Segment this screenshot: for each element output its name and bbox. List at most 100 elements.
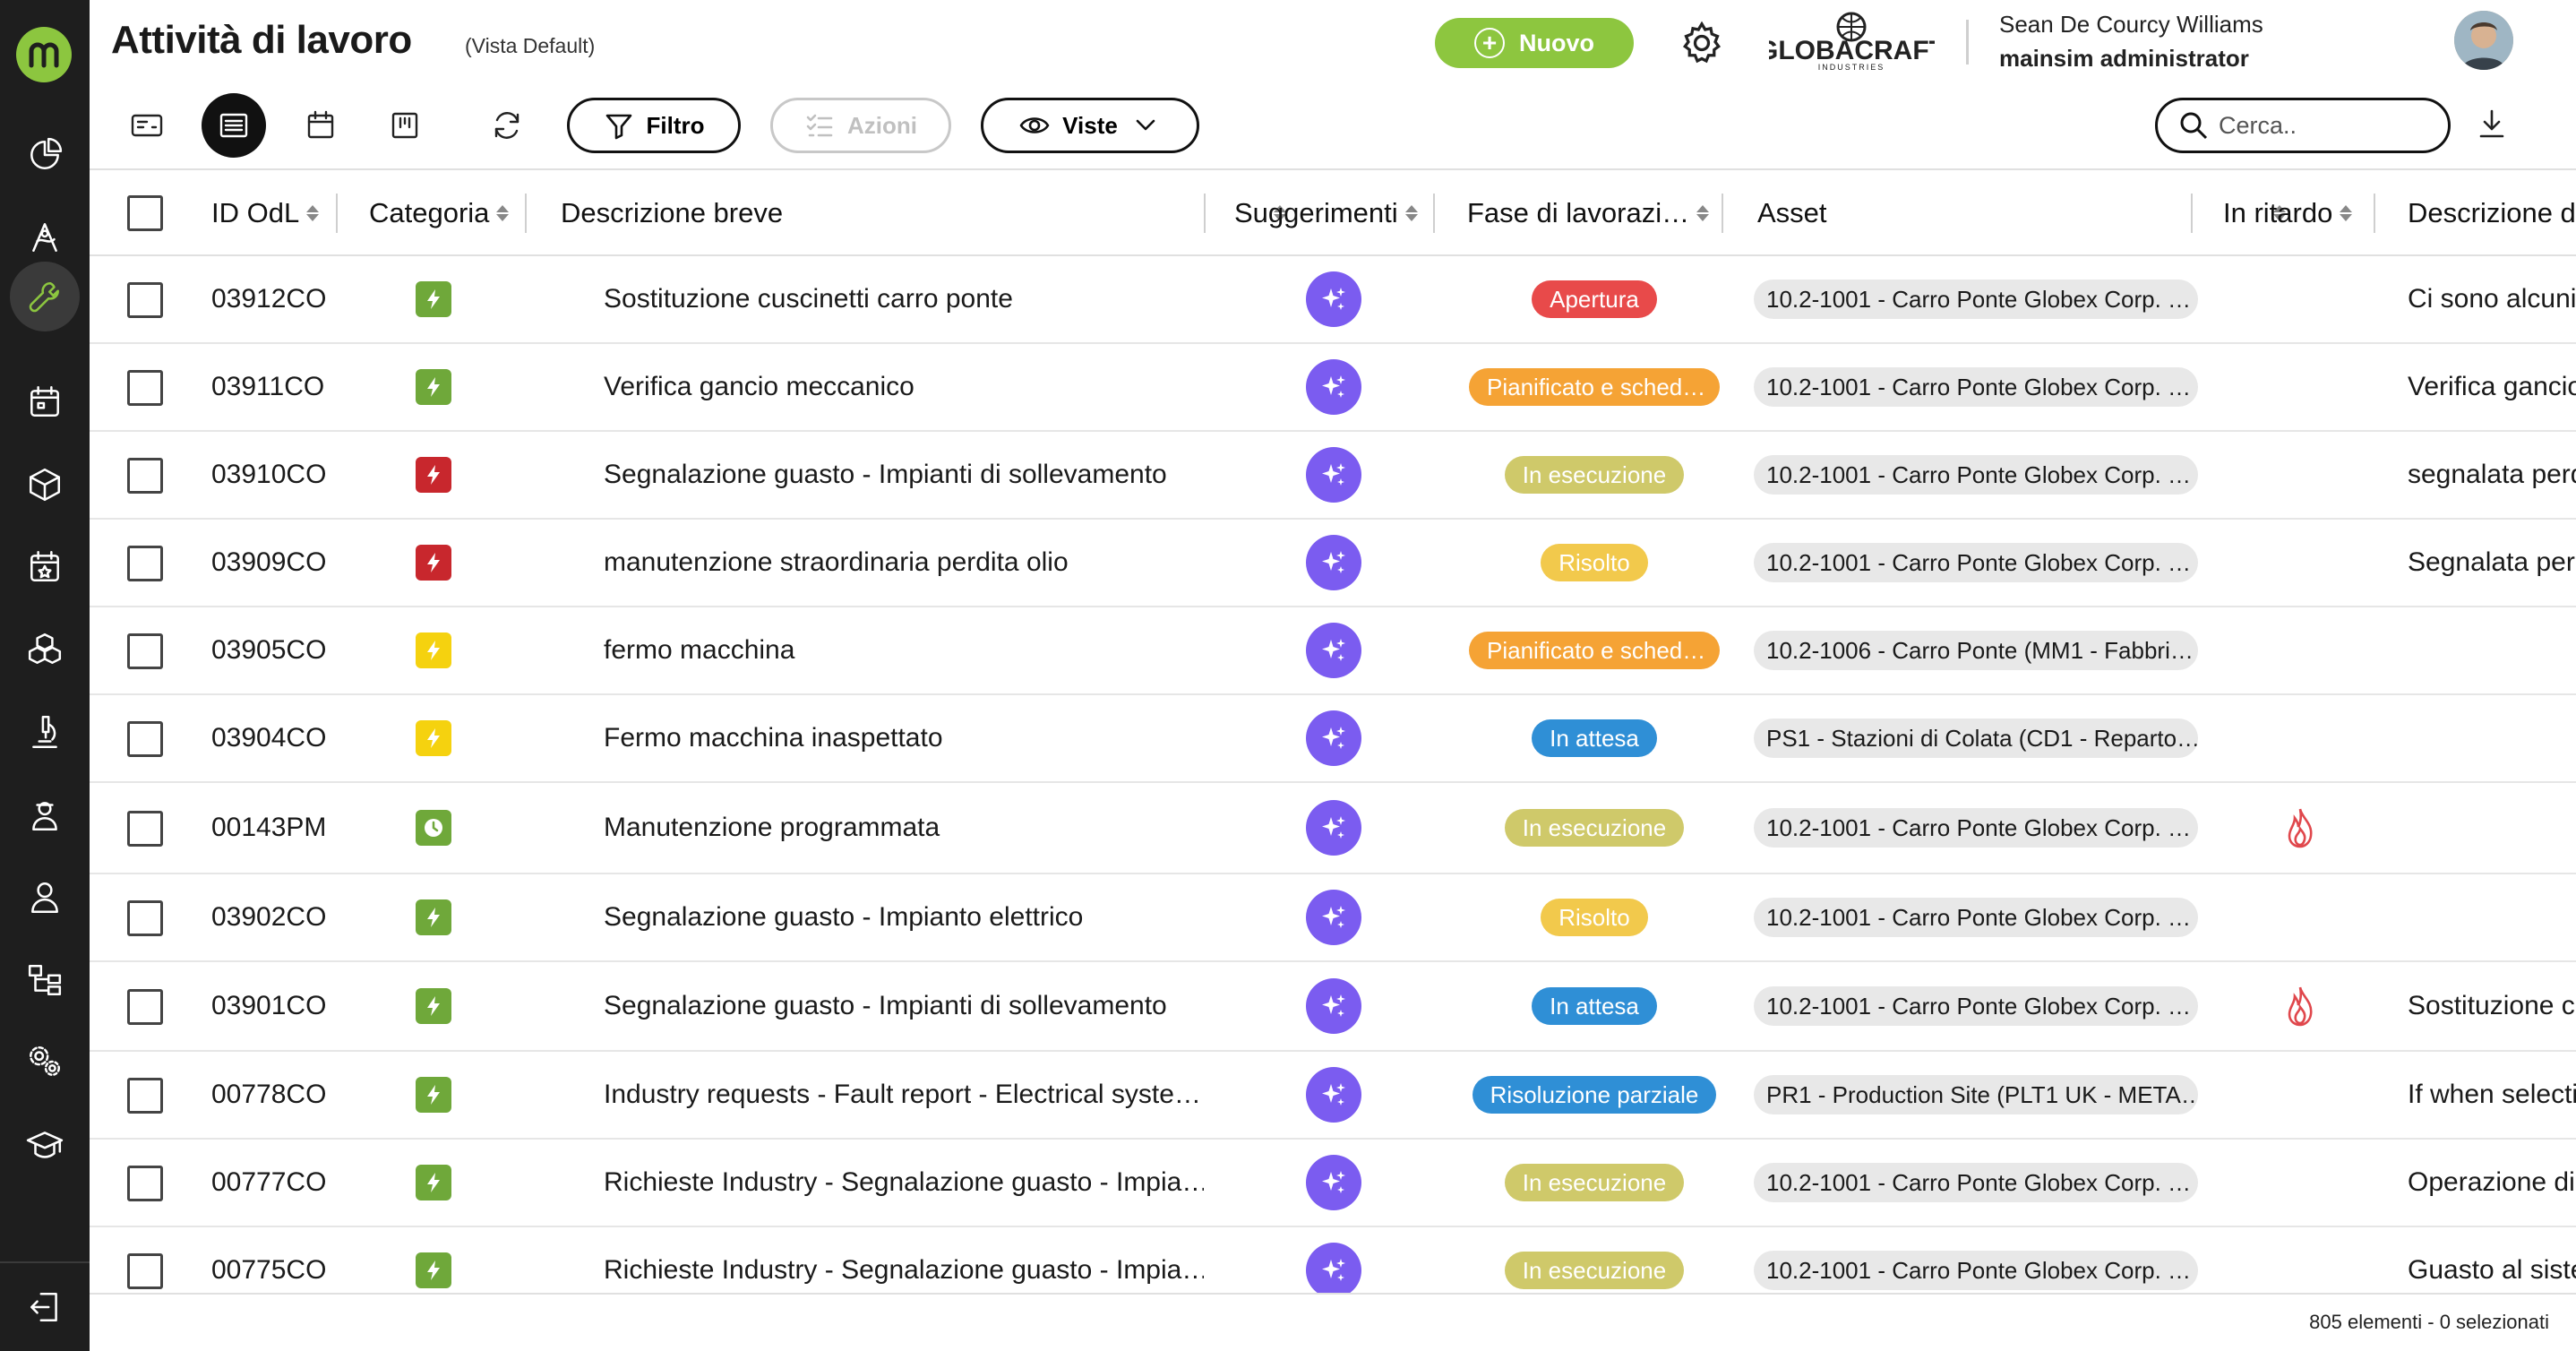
short-description[interactable]: Fermo macchina inaspettato	[604, 695, 1204, 781]
sort-icon[interactable]	[1696, 205, 1710, 221]
short-description[interactable]: fermo macchina	[604, 607, 1204, 693]
kanban-view-button[interactable]	[380, 100, 430, 151]
ai-suggestion-button[interactable]	[1306, 1243, 1361, 1293]
table-row[interactable]: 03910CO Segnalazione guasto - Impianti di…	[90, 432, 2576, 520]
new-button[interactable]: + Nuovo	[1435, 18, 1634, 68]
column-resizer[interactable]	[1433, 194, 1435, 233]
ai-suggestion-button[interactable]	[1306, 710, 1361, 766]
row-checkbox[interactable]	[127, 458, 163, 494]
column-header-category[interactable]: Categoria	[369, 170, 510, 256]
short-description[interactable]: Richieste Industry - Segnalazione guasto…	[604, 1227, 1204, 1293]
row-checkbox[interactable]	[127, 811, 163, 847]
settings-button[interactable]	[1677, 18, 1727, 68]
short-description[interactable]: Sostituzione cuscinetti carro ponte	[604, 256, 1204, 342]
sidebar-item-workorders[interactable]	[0, 262, 90, 331]
table-row[interactable]: 00775CO Richieste Industry - Segnalazione…	[90, 1227, 2576, 1293]
row-checkbox[interactable]	[127, 1253, 163, 1289]
workorder-id[interactable]: 03911CO	[211, 344, 324, 430]
asset-tag[interactable]: 10.2-1001 - Carro Ponte Globex Corp. …	[1754, 808, 2198, 848]
table-row[interactable]: 00143PM Manutenzione programmata In esecuz…	[90, 783, 2576, 874]
refresh-button[interactable]	[482, 100, 532, 151]
sort-icon[interactable]	[306, 205, 320, 221]
ai-suggestion-button[interactable]	[1306, 1155, 1361, 1210]
ai-suggestion-button[interactable]	[1306, 623, 1361, 678]
filter-button[interactable]: Filtro	[567, 98, 741, 153]
logout-button[interactable]	[0, 1272, 90, 1342]
row-checkbox[interactable]	[127, 633, 163, 669]
table-row[interactable]: 03902CO Segnalazione guasto - Impianto el…	[90, 874, 2576, 962]
ai-suggestion-button[interactable]	[1306, 890, 1361, 945]
column-header-suggestions[interactable]: Suggerimenti	[1234, 170, 1418, 256]
table-row[interactable]: 03905CO fermo macchina Pianificato e sched…	[90, 607, 2576, 695]
workorder-id[interactable]: 03904CO	[211, 695, 326, 781]
sidebar-item-lab[interactable]	[0, 697, 90, 767]
row-checkbox[interactable]	[127, 282, 163, 318]
workorder-id[interactable]: 03905CO	[211, 607, 326, 693]
ai-suggestion-button[interactable]	[1306, 1067, 1361, 1123]
asset-tag[interactable]: 10.2-1006 - Carro Ponte (MM1 - Fabbri…	[1754, 631, 2198, 670]
ai-suggestion-button[interactable]	[1306, 359, 1361, 415]
asset-tag[interactable]: 10.2-1001 - Carro Ponte Globex Corp. …	[1754, 455, 2198, 495]
table-row[interactable]: 03909CO manutenzione straordinaria perdit…	[90, 520, 2576, 607]
column-resizer[interactable]	[336, 194, 338, 233]
short-description[interactable]: manutenzione straordinaria perdita olio	[604, 520, 1204, 606]
search-box[interactable]	[2155, 98, 2451, 153]
column-header-long-description[interactable]: Descrizione d	[2408, 170, 2576, 256]
short-description[interactable]: Verifica gancio meccanico	[604, 344, 1204, 430]
short-description[interactable]: Segnalazione guasto - Impianti di sollev…	[604, 432, 1204, 518]
sidebar-item-inventory[interactable]	[0, 615, 90, 684]
ai-suggestion-button[interactable]	[1306, 535, 1361, 590]
sidebar-item-dashboard[interactable]	[0, 120, 90, 190]
table-row[interactable]: 03912CO Sostituzione cuscinetti carro pon…	[90, 256, 2576, 344]
asset-tag[interactable]: PS1 - Stazioni di Colata (CD1 - Reparto…	[1754, 719, 2198, 758]
workorder-id[interactable]: 00775CO	[211, 1227, 326, 1293]
calendar-view-button[interactable]	[296, 100, 346, 151]
column-resizer[interactable]	[1722, 194, 1723, 233]
mainsim-logo[interactable]	[16, 27, 72, 82]
workorder-id[interactable]: 00777CO	[211, 1140, 326, 1226]
row-checkbox[interactable]	[127, 370, 163, 406]
asset-tag[interactable]: 10.2-1001 - Carro Ponte Globex Corp. …	[1754, 1163, 2198, 1202]
ai-suggestion-button[interactable]	[1306, 447, 1361, 503]
workorder-id[interactable]: 03901CO	[211, 962, 326, 1050]
sort-icon[interactable]	[2340, 205, 2353, 221]
card-view-button[interactable]	[122, 100, 172, 151]
row-checkbox[interactable]	[127, 546, 163, 581]
table-row[interactable]: 00778CO Industry requests - Fault report …	[90, 1052, 2576, 1140]
workorder-id[interactable]: 03910CO	[211, 432, 326, 518]
column-resizer[interactable]	[525, 194, 527, 233]
short-description[interactable]: Manutenzione programmata	[604, 783, 1204, 873]
asset-tag[interactable]: 10.2-1001 - Carro Ponte Globex Corp. …	[1754, 367, 2198, 407]
sort-icon[interactable]	[496, 205, 510, 221]
column-header-description[interactable]: Descrizione breve	[561, 170, 1297, 256]
table-row[interactable]: 00777CO Richieste Industry - Segnalazione…	[90, 1140, 2576, 1227]
table-row[interactable]: 03904CO Fermo macchina inaspettato In atte…	[90, 695, 2576, 783]
select-all-checkbox[interactable]	[127, 195, 163, 231]
sort-icon[interactable]	[1404, 205, 1418, 221]
asset-tag[interactable]: 10.2-1001 - Carro Ponte Globex Corp. …	[1754, 280, 2198, 319]
sidebar-item-calendar[interactable]	[0, 367, 90, 437]
sidebar-item-operators[interactable]	[0, 779, 90, 849]
column-header-phase[interactable]: Fase di lavorazi…	[1467, 170, 1710, 256]
row-checkbox[interactable]	[127, 1166, 163, 1201]
sidebar-item-scheduled[interactable]	[0, 532, 90, 602]
sidebar-item-assets[interactable]	[0, 450, 90, 520]
asset-tag[interactable]: 10.2-1001 - Carro Ponte Globex Corp. …	[1754, 1251, 2198, 1290]
sidebar-item-academy[interactable]	[0, 1109, 90, 1179]
workorder-id[interactable]: 03902CO	[211, 874, 326, 960]
sidebar-item-settings[interactable]	[0, 1027, 90, 1097]
asset-tag[interactable]: 10.2-1001 - Carro Ponte Globex Corp. …	[1754, 898, 2198, 937]
ai-suggestion-button[interactable]	[1306, 271, 1361, 327]
table-row[interactable]: 03911CO Verifica gancio meccanico Pianific…	[90, 344, 2576, 432]
row-checkbox[interactable]	[127, 721, 163, 757]
asset-tag[interactable]: 10.2-1001 - Carro Ponte Globex Corp. …	[1754, 543, 2198, 582]
column-header-id[interactable]: ID OdL	[211, 170, 320, 256]
column-header-late[interactable]: In ritardo	[2223, 170, 2353, 256]
short-description[interactable]: Industry requests - Fault report - Elect…	[604, 1052, 1204, 1138]
table-row[interactable]: 03901CO Segnalazione guasto - Impianti di…	[90, 962, 2576, 1052]
asset-tag[interactable]: 10.2-1001 - Carro Ponte Globex Corp. …	[1754, 986, 2198, 1026]
column-header-asset[interactable]: Asset	[1757, 170, 2291, 256]
row-checkbox[interactable]	[127, 900, 163, 936]
column-resizer[interactable]	[2374, 194, 2375, 233]
row-checkbox[interactable]	[127, 1078, 163, 1114]
